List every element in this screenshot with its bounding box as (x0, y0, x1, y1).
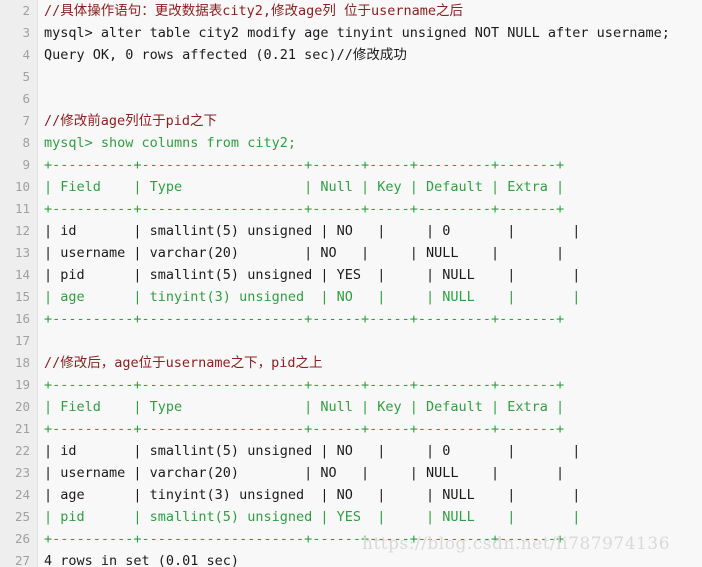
line-number: 5 (22, 69, 30, 84)
code-line[interactable]: 24 | age | tinyint(3) unsigned | NO | | N… (0, 484, 702, 506)
code-line[interactable]: 2 //具体操作语句：更改数据表city2,修改age列 位于username之后 (0, 0, 702, 22)
line-number: 27 (14, 553, 30, 567)
code-line[interactable]: 21 +----------+--------------------+-----… (0, 418, 702, 440)
line-number: 16 (14, 311, 30, 326)
code-line[interactable]: 17 (0, 330, 702, 352)
code-line[interactable]: 25 | pid | smallint(5) unsigned | YES | |… (0, 506, 702, 528)
code-line[interactable]: 26 +----------+--------------------+-----… (0, 528, 702, 550)
code-line-text: +----------+--------------------+------+… (44, 201, 565, 217)
line-number: 9 (22, 157, 30, 172)
code-line-text: | pid | smallint(5) unsigned | YES | | N… (44, 509, 581, 525)
line-number: 21 (14, 421, 30, 436)
code-line-text: +----------+--------------------+------+… (44, 531, 565, 547)
code-line[interactable]: 9 +----------+--------------------+------… (0, 154, 702, 176)
line-number: 25 (14, 509, 30, 524)
code-line[interactable]: 3 mysql> alter table city2 modify age tin… (0, 22, 702, 44)
line-number: 13 (14, 245, 30, 260)
code-line[interactable]: 13 | username | varchar(20) | NO | | NULL… (0, 242, 702, 264)
code-lines-container[interactable]: 2 //具体操作语句：更改数据表city2,修改age列 位于username之后… (0, 0, 702, 567)
code-line[interactable]: 11 +----------+--------------------+-----… (0, 198, 702, 220)
line-number: 24 (14, 487, 30, 502)
line-number: 6 (22, 91, 30, 106)
code-line-text: | id | smallint(5) unsigned | NO | | 0 |… (44, 443, 581, 459)
code-line-text: mysql> show columns from city2; (44, 135, 296, 151)
code-line-text: | username | varchar(20) | NO | | NULL |… (44, 245, 565, 261)
code-line[interactable]: 14 | pid | smallint(5) unsigned | YES | |… (0, 264, 702, 286)
line-number: 26 (14, 531, 30, 546)
code-line-text: +----------+--------------------+------+… (44, 157, 565, 173)
code-line[interactable]: 27 4 rows in set (0.01 sec) (0, 550, 702, 567)
code-line-text: | Field | Type | Null | Key | Default | … (44, 179, 565, 195)
code-line-text: | id | smallint(5) unsigned | NO | | 0 |… (44, 223, 581, 239)
code-line[interactable]: 20 | Field | Type | Null | Key | Default … (0, 396, 702, 418)
code-line[interactable]: 7 //修改前age列位于pid之下 (0, 110, 702, 132)
line-number: 10 (14, 179, 30, 194)
line-number: 17 (14, 333, 30, 348)
line-number: 19 (14, 377, 30, 392)
code-line-text: //修改后，age位于username之下，pid之上 (44, 355, 323, 371)
line-number: 22 (14, 443, 30, 458)
code-line-text: | Field | Type | Null | Key | Default | … (44, 399, 565, 415)
code-line-text: 4 rows in set (0.01 sec) (44, 553, 240, 567)
code-line[interactable]: 8 mysql> show columns from city2; (0, 132, 702, 154)
code-line-text: Query OK, 0 rows affected (0.21 sec)//修改… (44, 47, 407, 63)
code-line[interactable]: 4 Query OK, 0 rows affected (0.21 sec)//修… (0, 44, 702, 66)
line-number: 2 (22, 3, 30, 18)
code-line-text: | pid | smallint(5) unsigned | YES | | N… (44, 267, 581, 283)
code-line[interactable]: 16 +----------+--------------------+-----… (0, 308, 702, 330)
line-number: 15 (14, 289, 30, 304)
line-number: 18 (14, 355, 30, 370)
line-number: 23 (14, 465, 30, 480)
code-block: 2 //具体操作语句：更改数据表city2,修改age列 位于username之后… (0, 0, 702, 567)
code-line[interactable]: 5 (0, 66, 702, 88)
code-line[interactable]: 12 | id | smallint(5) unsigned | NO | | 0… (0, 220, 702, 242)
code-line-text: mysql> alter table city2 modify age tiny… (44, 25, 670, 41)
code-line[interactable]: 10 | Field | Type | Null | Key | Default … (0, 176, 702, 198)
code-line-text: | username | varchar(20) | NO | | NULL |… (44, 465, 565, 481)
code-line[interactable]: 18 //修改后，age位于username之下，pid之上 (0, 352, 702, 374)
line-number: 3 (22, 25, 30, 40)
code-line-text: +----------+--------------------+------+… (44, 421, 565, 437)
code-line[interactable]: 22 | id | smallint(5) unsigned | NO | | 0… (0, 440, 702, 462)
code-line-text: //具体操作语句：更改数据表city2,修改age列 位于username之后 (44, 3, 464, 19)
line-number: 12 (14, 223, 30, 238)
line-number: 14 (14, 267, 30, 282)
line-number: 20 (14, 399, 30, 414)
code-line[interactable]: 15 | age | tinyint(3) unsigned | NO | | N… (0, 286, 702, 308)
code-line-text: //修改前age列位于pid之下 (44, 113, 218, 129)
line-number: 11 (14, 201, 30, 216)
code-line[interactable]: 23 | username | varchar(20) | NO | | NULL… (0, 462, 702, 484)
code-line-text: | age | tinyint(3) unsigned | NO | | NUL… (44, 487, 581, 503)
code-line[interactable]: 19 +----------+--------------------+-----… (0, 374, 702, 396)
line-number: 8 (22, 135, 30, 150)
line-number: 4 (22, 47, 30, 62)
code-line-text: +----------+--------------------+------+… (44, 377, 565, 393)
line-number: 7 (22, 113, 30, 128)
code-line-text: | age | tinyint(3) unsigned | NO | | NUL… (44, 289, 581, 305)
code-line[interactable]: 6 (0, 88, 702, 110)
code-line-text: +----------+--------------------+------+… (44, 311, 565, 327)
